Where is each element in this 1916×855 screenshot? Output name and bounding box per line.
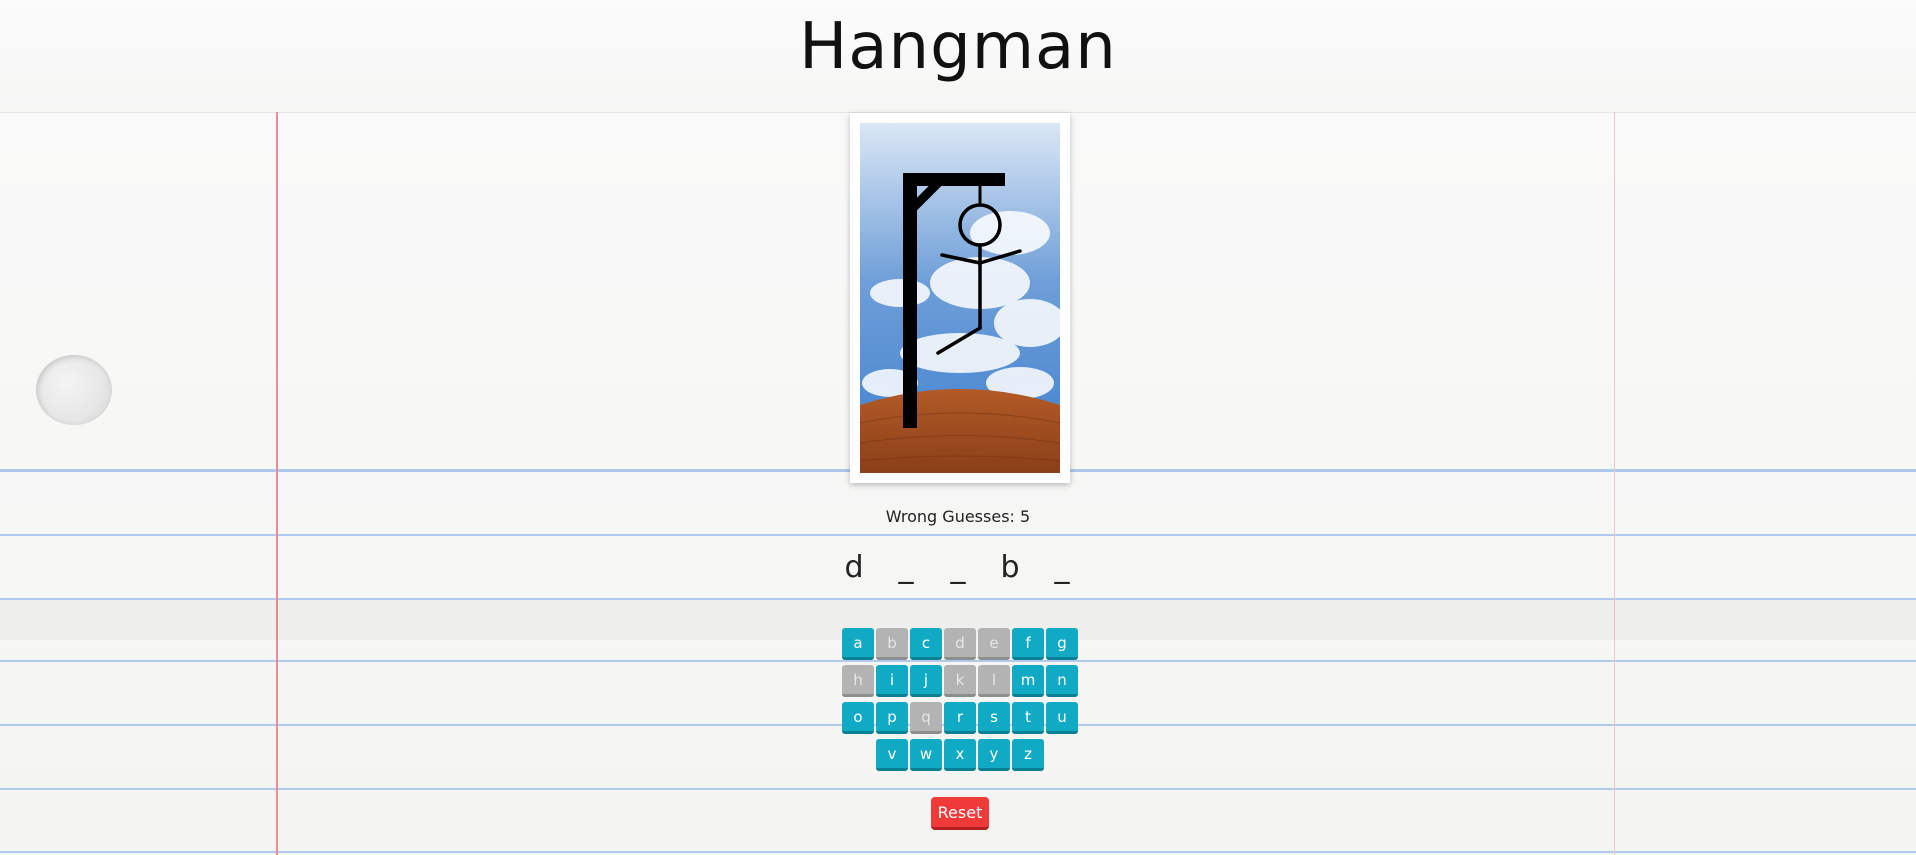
page-title: Hangman	[799, 10, 1117, 84]
word-letter-slot: _	[950, 550, 966, 585]
letter-key-a[interactable]: a	[842, 628, 874, 660]
letter-key-e: e	[978, 628, 1010, 660]
ruled-line	[0, 851, 1916, 853]
ruled-line	[0, 534, 1916, 536]
word-letter-slot: d	[844, 550, 864, 585]
letter-key-l: l	[978, 665, 1010, 697]
paper-margin-line-right	[1614, 112, 1615, 855]
letter-key-z[interactable]: z	[1012, 739, 1044, 771]
letter-key-n[interactable]: n	[1046, 665, 1078, 697]
letter-key-x[interactable]: x	[944, 739, 976, 771]
letter-key-t[interactable]: t	[1012, 702, 1044, 734]
letter-key-p[interactable]: p	[876, 702, 908, 734]
keyboard-row: abcdefg	[842, 628, 1082, 660]
hangman-drawing	[860, 123, 1060, 473]
paper-margin-line	[276, 112, 278, 855]
letter-key-u[interactable]: u	[1046, 702, 1078, 734]
word-letter-slot: b	[1000, 550, 1020, 585]
letter-key-y[interactable]: y	[978, 739, 1010, 771]
hangman-image-frame	[850, 113, 1070, 483]
ruled-line	[0, 788, 1916, 790]
binder-hole	[36, 355, 112, 425]
letter-key-v[interactable]: v	[876, 739, 908, 771]
letter-key-f[interactable]: f	[1012, 628, 1044, 660]
letter-key-g[interactable]: g	[1046, 628, 1078, 660]
word-letter-slot: _	[1054, 550, 1070, 585]
letter-key-c[interactable]: c	[910, 628, 942, 660]
letter-key-o[interactable]: o	[842, 702, 874, 734]
letter-key-d: d	[944, 628, 976, 660]
keyboard-row: hijklmn	[842, 665, 1082, 697]
letter-keyboard: abcdefg hijklmn opqrstu vwxyz	[842, 628, 1082, 776]
letter-key-i[interactable]: i	[876, 665, 908, 697]
letter-key-j[interactable]: j	[910, 665, 942, 697]
keyboard-row: vwxyz	[842, 739, 1082, 771]
letter-key-b: b	[876, 628, 908, 660]
keyboard-row: opqrstu	[842, 702, 1082, 734]
ground-hill	[860, 389, 1060, 473]
letter-key-h: h	[842, 665, 874, 697]
word-letter-slot: _	[898, 550, 914, 585]
letter-key-k: k	[944, 665, 976, 697]
letter-key-r[interactable]: r	[944, 702, 976, 734]
letter-key-q: q	[910, 702, 942, 734]
wrong-guesses-counter: Wrong Guesses: 5	[885, 507, 1031, 526]
letter-key-w[interactable]: w	[910, 739, 942, 771]
letter-key-m[interactable]: m	[1012, 665, 1044, 697]
letter-key-s[interactable]: s	[978, 702, 1010, 734]
hangman-scene	[860, 123, 1060, 473]
reset-button[interactable]: Reset	[931, 797, 989, 830]
word-display: d _ _ b _	[838, 548, 1078, 588]
